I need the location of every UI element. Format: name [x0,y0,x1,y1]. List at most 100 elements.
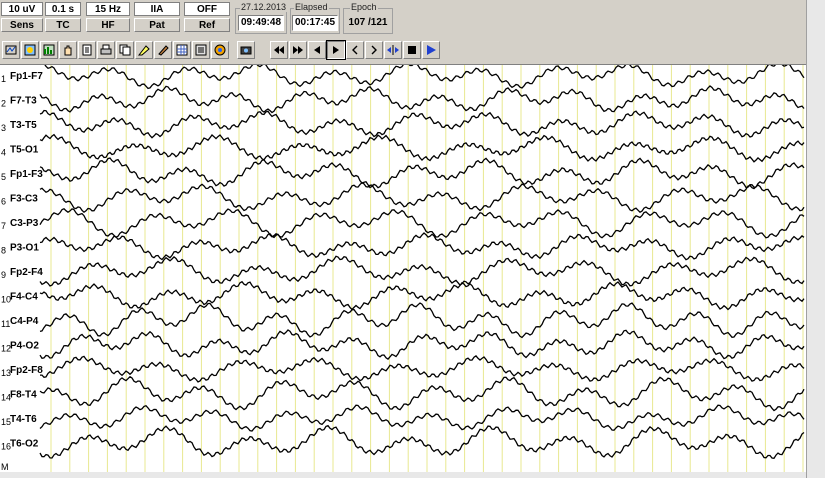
hand-icon[interactable] [59,41,77,59]
forward-play-icon[interactable] [422,41,440,59]
eeg-viewer-window: 10 uV 0.1 s 15 Hz IIA OFF Sens TC HF Pat… [0,0,825,478]
pat-button[interactable]: Pat [134,18,180,32]
channel-label[interactable]: Fp1-F7 [10,71,43,82]
elapsed-label: Elapsed [294,2,329,12]
channel-number: 1 [1,74,6,84]
play-icon[interactable] [326,40,346,60]
eeg-trace-t3-t5 [39,109,805,139]
ref-button[interactable]: Ref [184,18,230,32]
notes-icon-glyph [82,44,92,56]
channel-label[interactable]: T6-O2 [10,439,39,450]
color-icon-glyph [214,44,226,56]
eeg-traces-panel[interactable]: 1 Fp1-F7 2 F7-T3 3 T3-T5 4 T5-O1 5 Fp1-F3 6 F3-C3 7 C… [0,64,806,473]
marker-icon[interactable] [135,41,153,59]
spectrum-icon-glyph [43,44,55,56]
reference-value[interactable]: OFF [184,2,230,16]
channel-number: 8 [1,246,6,256]
time-constant-value[interactable]: 0.1 s [45,2,81,16]
forward-play-icon-glyph [427,45,436,55]
date-text: 27.12.2013 [240,2,288,12]
channel-number: 7 [1,221,6,231]
tc-button[interactable]: TC [45,18,81,32]
channel-label[interactable]: F3-C3 [10,194,38,205]
step-back-icon-glyph [314,46,320,54]
eeg-trace-fp2-f4 [39,255,805,287]
print-icon-glyph [100,44,112,55]
sens-button[interactable]: Sens [1,18,43,32]
channel-label[interactable]: T3-T5 [10,120,37,131]
channel-label[interactable]: Fp2-F4 [10,267,43,278]
eeg-trace-fp1-f7 [40,65,805,90]
map-icon-glyph [24,44,36,56]
channel-number: 9 [1,270,6,280]
eeg-trace-c3-p3 [39,208,805,239]
prev-icon-glyph [352,45,358,55]
notes-icon[interactable] [78,41,96,59]
channel-label[interactable]: F4-C4 [10,292,38,303]
map-icon[interactable] [21,41,39,59]
channel-label[interactable]: P4-O2 [10,341,39,352]
prev-icon[interactable] [346,41,364,59]
channel-number: 11 [1,319,10,329]
montage-icon-glyph [5,45,17,55]
channel-label[interactable]: C3-P3 [10,218,39,229]
pen-icon-glyph [158,45,169,56]
pen-icon[interactable] [154,41,172,59]
stop-icon-glyph [408,46,416,54]
next-icon[interactable] [365,41,383,59]
eeg-trace-t6-o2 [39,424,805,460]
grid-icon[interactable] [173,41,191,59]
eeg-trace-f3-c3 [39,181,805,214]
channel-number: 6 [1,197,6,207]
channel-label[interactable]: Fp2-F8 [10,365,43,376]
fast-forward-icon-glyph [293,46,303,54]
channel-label[interactable]: Fp1-F3 [10,169,43,180]
channel-label[interactable]: P3-O1 [10,243,39,254]
channel-number: 5 [1,172,6,182]
channel-number: 2 [1,99,6,109]
toolbar [0,36,806,64]
fast-rewind-icon-glyph [274,46,284,54]
play-icon-glyph [333,46,339,54]
marker-label: M [1,462,9,472]
eeg-canvas[interactable]: 1 Fp1-F72 F7-T33 T3-T54 T5-O15 Fp1-F36 F3-C37 C… [0,65,806,473]
list-icon[interactable] [192,41,210,59]
fast-forward-icon[interactable] [289,41,307,59]
vertical-scrollbar[interactable] [806,0,825,478]
fast-rewind-icon[interactable] [270,41,288,59]
channel-label[interactable]: F7-T3 [10,96,37,107]
channel-label[interactable]: T5-O1 [10,145,39,156]
channel-label[interactable]: F8-T4 [10,390,37,401]
elapsed-readout: 00:17:45 [292,15,338,31]
hf-button[interactable]: HF [86,18,130,32]
spectrum-icon[interactable] [40,41,58,59]
eeg-trace-f7-t3 [39,85,805,114]
channel-label[interactable]: C4-P4 [10,316,39,327]
eeg-trace-f8-t4 [39,375,805,412]
copy-icon[interactable] [116,41,134,59]
channel-number: 3 [1,123,6,133]
eeg-trace-t4-t6 [39,404,805,432]
sensitivity-value[interactable]: 10 uV [1,2,43,16]
channel-label[interactable]: T4-T6 [10,414,37,425]
split-icon-glyph [387,45,399,55]
channel-number: 4 [1,148,6,158]
next-icon-glyph [371,45,377,55]
camera-icon[interactable] [237,41,255,59]
montage-icon[interactable] [2,41,20,59]
eeg-trace-c4-p4 [39,302,805,339]
hand-icon-glyph [64,45,72,56]
color-icon[interactable] [211,41,229,59]
high-filter-value[interactable]: 15 Hz [86,2,130,16]
step-back-icon[interactable] [308,41,326,59]
stop-icon[interactable] [403,41,421,59]
print-icon[interactable] [97,41,115,59]
eeg-trace-t5-o1 [39,133,805,163]
split-icon[interactable] [384,41,402,59]
time-readout: 09:49:48 [238,15,284,31]
epoch-label: Epoch [350,2,378,12]
eeg-trace-p3-o1 [39,232,805,261]
eeg-trace-fp2-f8 [40,355,805,383]
patient-value[interactable]: IIA [134,2,180,16]
eeg-trace-fp1-f3 [39,157,805,189]
